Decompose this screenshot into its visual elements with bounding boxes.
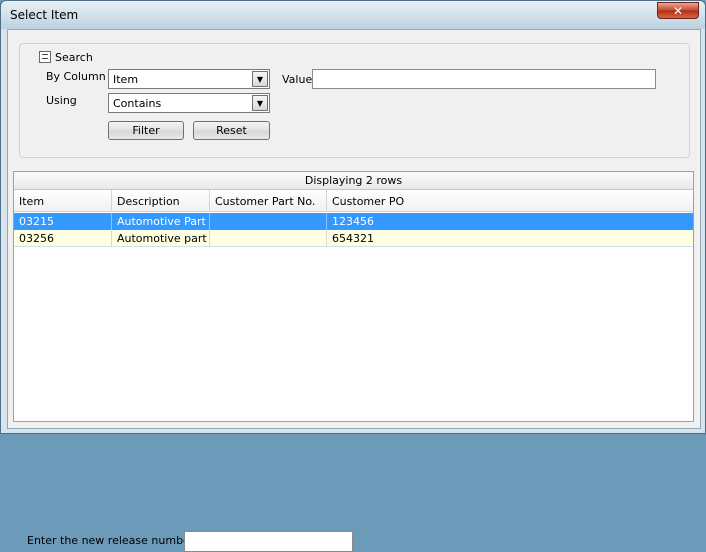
window-title: Select Item bbox=[10, 8, 79, 22]
table-row[interactable]: 03256 Automotive part 2 654321 bbox=[14, 230, 693, 247]
search-group-label: Search bbox=[55, 50, 93, 64]
using-selected: Contains bbox=[113, 97, 162, 110]
using-dropdown[interactable]: Contains ▼ bbox=[108, 93, 270, 113]
column-header-item[interactable]: Item bbox=[14, 190, 112, 212]
reset-button[interactable]: Reset bbox=[193, 121, 270, 140]
column-header-description[interactable]: Description bbox=[112, 190, 210, 212]
close-icon: ✕ bbox=[672, 3, 684, 18]
cell-description: Automotive Part bbox=[112, 213, 210, 230]
grid-header: Item Description Customer Part No. Custo… bbox=[14, 190, 693, 212]
value-label: Value bbox=[282, 73, 313, 86]
title-bar[interactable]: Select Item ✕ bbox=[1, 1, 705, 29]
cell-part-no bbox=[210, 230, 327, 247]
close-button[interactable]: ✕ bbox=[657, 2, 699, 19]
by-column-dropdown[interactable]: Item ▼ bbox=[108, 69, 270, 89]
value-input[interactable] bbox=[312, 69, 656, 89]
search-groupbox: Search By Column Item ▼ Value Using Cont… bbox=[19, 43, 690, 158]
table-row[interactable]: 03215 Automotive Part 123456 bbox=[14, 213, 693, 230]
grid-caption: Displaying 2 rows bbox=[14, 172, 693, 190]
column-header-customer-po[interactable]: Customer PO bbox=[327, 190, 693, 212]
search-group-header[interactable]: Search bbox=[37, 49, 96, 65]
cell-item: 03215 bbox=[14, 213, 112, 230]
release-number-input[interactable] bbox=[184, 531, 353, 552]
cell-po: 123456 bbox=[332, 215, 374, 228]
cell-part-no bbox=[210, 213, 327, 230]
cell-item: 03256 bbox=[14, 230, 112, 247]
filter-button[interactable]: Filter bbox=[108, 121, 184, 140]
using-label: Using bbox=[46, 94, 77, 107]
column-header-customer-part-no[interactable]: Customer Part No. bbox=[210, 190, 327, 212]
cell-description: Automotive part 2 bbox=[112, 230, 210, 247]
by-column-selected: Item bbox=[113, 73, 139, 86]
chevron-down-icon[interactable]: ▼ bbox=[252, 71, 268, 87]
collapse-icon[interactable] bbox=[39, 51, 51, 63]
items-grid: Displaying 2 rows Item Description Custo… bbox=[13, 171, 694, 552]
release-number-label: Enter the new release number: bbox=[27, 534, 198, 547]
select-item-window: Select Item ✕ Search By Column Item ▼ Va… bbox=[0, 0, 706, 552]
dialog-client-area: Search By Column Item ▼ Value Using Cont… bbox=[7, 29, 701, 552]
cell-po: 654321 bbox=[332, 232, 374, 245]
by-column-label: By Column bbox=[46, 70, 106, 83]
chevron-down-icon[interactable]: ▼ bbox=[252, 95, 268, 111]
